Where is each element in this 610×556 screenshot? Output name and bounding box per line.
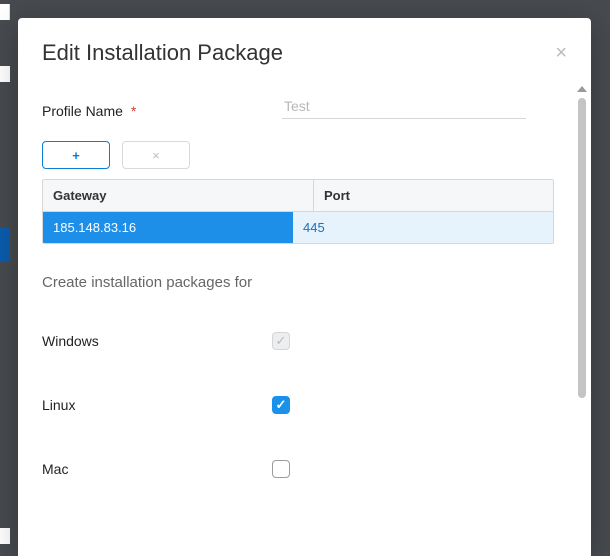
profile-name-label: Profile Name * — [42, 103, 262, 119]
scrollbar[interactable] — [577, 86, 587, 550]
edit-installation-package-modal: Edit Installation Package × Profile Name… — [18, 18, 591, 556]
profile-name-label-text: Profile Name — [42, 103, 123, 119]
os-row-linux: Linux ✓ — [42, 373, 567, 437]
os-label-linux: Linux — [42, 397, 272, 413]
remove-icon: × — [152, 148, 160, 163]
gateway-buttons: + × — [42, 141, 567, 169]
checkbox-linux[interactable]: ✓ — [272, 396, 290, 414]
profile-name-row: Profile Name * — [42, 94, 567, 119]
os-row-windows: Windows ✓ — [42, 309, 567, 373]
port-cell[interactable]: 445 — [293, 212, 553, 243]
column-header-port[interactable]: Port — [314, 180, 553, 211]
check-icon: ✓ — [276, 397, 287, 413]
scrollbar-thumb[interactable] — [578, 98, 586, 398]
check-icon: ✓ — [276, 333, 287, 349]
background-fragment — [0, 4, 10, 20]
packages-heading: Create installation packages for — [42, 274, 567, 291]
modal-title: Edit Installation Package — [42, 40, 283, 66]
gateway-grid-header: Gateway Port — [43, 180, 553, 212]
background-fragment — [0, 528, 10, 544]
scroll-up-icon[interactable] — [577, 86, 587, 92]
plus-icon: + — [72, 148, 80, 163]
remove-gateway-button[interactable]: × — [122, 141, 190, 169]
close-icon[interactable]: × — [555, 43, 567, 63]
os-label-windows: Windows — [42, 333, 272, 349]
checkbox-mac[interactable] — [272, 460, 290, 478]
gateway-cell[interactable]: 185.148.83.16 — [43, 212, 293, 243]
profile-name-input[interactable] — [282, 94, 526, 119]
os-label-mac: Mac — [42, 461, 272, 477]
column-header-gateway[interactable]: Gateway — [43, 180, 314, 211]
modal-body: Profile Name * + × Gateway Port — [18, 80, 591, 556]
checkbox-windows: ✓ — [272, 332, 290, 350]
os-row-mac: Mac — [42, 437, 567, 501]
modal-header: Edit Installation Package × — [18, 18, 591, 76]
required-asterisk: * — [131, 103, 136, 119]
modal-scroll-area: Profile Name * + × Gateway Port — [18, 80, 591, 556]
background-fragment — [0, 228, 10, 262]
add-gateway-button[interactable]: + — [42, 141, 110, 169]
gateway-grid-row[interactable]: 185.148.83.16 445 — [43, 212, 553, 243]
background-fragment — [0, 66, 10, 82]
gateway-grid: Gateway Port 185.148.83.16 445 — [42, 179, 554, 244]
